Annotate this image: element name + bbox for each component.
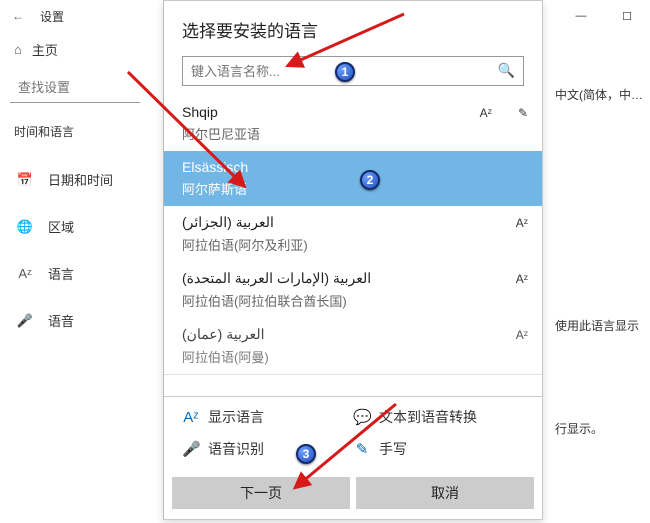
cancel-button[interactable]: 取消 xyxy=(356,477,534,509)
language-az-icon: Aᶻ xyxy=(16,266,34,281)
feature-legend: Aᶻ 显示语言 💬 文本到语音转换 🎤 语音识别 ✎ 手写 xyxy=(164,396,542,469)
annotation-badge-1: 1 xyxy=(335,62,355,82)
display-language-icon: Aᶻ xyxy=(182,409,200,426)
language-name: العربية (عمان) xyxy=(182,326,524,343)
language-row-selected[interactable]: Elsässisch 阿尔萨斯语 xyxy=(164,151,542,206)
language-name: العربية (الجزائر) xyxy=(182,214,524,231)
right-panel-text: 中文(简体，中… 使用此语言显示 行显示。 xyxy=(555,86,643,437)
sidebar-home-label: 主页 xyxy=(32,40,58,59)
display-language-icon: Aᶻ xyxy=(516,328,528,342)
display-language-icon: Aᶻ xyxy=(516,272,528,286)
mic-icon: 🎤 xyxy=(182,440,200,458)
language-sub: 阿尔巴尼亚语 xyxy=(182,124,524,143)
language-name: Shqip xyxy=(182,104,524,120)
language-features: Aᶻ ✎ xyxy=(480,106,528,120)
annotation-badge-3: 3 xyxy=(296,444,316,464)
settings-search-input[interactable] xyxy=(10,73,140,103)
calendar-icon: 📅 xyxy=(16,172,34,188)
language-row[interactable]: العربية (الإمارات العربية المتحدة) 阿拉伯语(… xyxy=(164,262,542,318)
language-sub: 阿尔萨斯语 xyxy=(182,179,524,198)
dialog-button-row: 下一页 取消 xyxy=(164,469,542,519)
maximize-button[interactable]: ☐ xyxy=(604,0,650,32)
home-icon: ⌂ xyxy=(14,42,22,57)
handwriting-icon: ✎ xyxy=(353,440,371,458)
language-name: العربية (الإمارات العربية المتحدة) xyxy=(182,270,524,287)
mic-icon: 🎤 xyxy=(16,313,34,329)
language-name: Elsässisch xyxy=(182,159,524,175)
language-features: Aᶻ xyxy=(516,328,528,342)
display-language-icon: Aᶻ xyxy=(480,106,492,120)
legend-label: 显示语言 xyxy=(208,407,264,427)
language-row[interactable]: العربية (عمان) 阿拉伯语(阿曼) Aᶻ xyxy=(164,318,542,375)
handwriting-icon: ✎ xyxy=(518,106,528,120)
annotation-badge-2: 2 xyxy=(360,170,380,190)
language-row[interactable]: Shqip 阿尔巴尼亚语 Aᶻ ✎ xyxy=(164,96,542,151)
legend-speech-recognition: 🎤 语音识别 xyxy=(182,439,353,459)
right-text-1: 中文(简体，中… xyxy=(555,86,643,103)
sidebar-item-label: 语言 xyxy=(48,264,74,283)
language-row[interactable]: العربية (الجزائر) 阿拉伯语(阿尔及利亚) Aᶻ xyxy=(164,206,542,262)
language-sub: 阿拉伯语(阿尔及利亚) xyxy=(182,235,524,254)
window-title: 设置 xyxy=(40,8,64,25)
display-language-icon: Aᶻ xyxy=(516,216,528,230)
minimize-button[interactable]: — xyxy=(558,0,604,32)
language-sub: 阿拉伯语(阿拉伯联合酋长国) xyxy=(182,291,524,310)
legend-label: 语音识别 xyxy=(208,439,264,459)
sidebar-item-label: 语音 xyxy=(48,311,74,330)
legend-tts: 💬 文本到语音转换 xyxy=(353,407,524,427)
language-list: Shqip 阿尔巴尼亚语 Aᶻ ✎ Elsässisch 阿尔萨斯语 العرب… xyxy=(164,96,542,396)
legend-display-language: Aᶻ 显示语言 xyxy=(182,407,353,427)
language-features: Aᶻ xyxy=(516,216,528,230)
right-text-2: 使用此语言显示 xyxy=(555,317,643,334)
sidebar-item-label: 日期和时间 xyxy=(48,170,113,189)
legend-label: 手写 xyxy=(379,439,407,459)
language-sub: 阿拉伯语(阿曼) xyxy=(182,347,524,366)
next-button[interactable]: 下一页 xyxy=(172,477,350,509)
tts-icon: 💬 xyxy=(353,408,371,426)
search-icon[interactable]: 🔍 xyxy=(498,62,515,79)
globe-icon: 🌐 xyxy=(16,219,34,235)
window-controls: — ☐ xyxy=(558,0,650,32)
language-features: Aᶻ xyxy=(516,272,528,286)
right-text-3: 行显示。 xyxy=(555,420,643,437)
dialog-title: 选择要安装的语言 xyxy=(164,1,542,54)
back-icon[interactable]: ← xyxy=(12,9,24,23)
legend-label: 文本到语音转换 xyxy=(379,407,477,427)
sidebar-item-label: 区域 xyxy=(48,217,74,236)
legend-handwriting: ✎ 手写 xyxy=(353,439,524,459)
